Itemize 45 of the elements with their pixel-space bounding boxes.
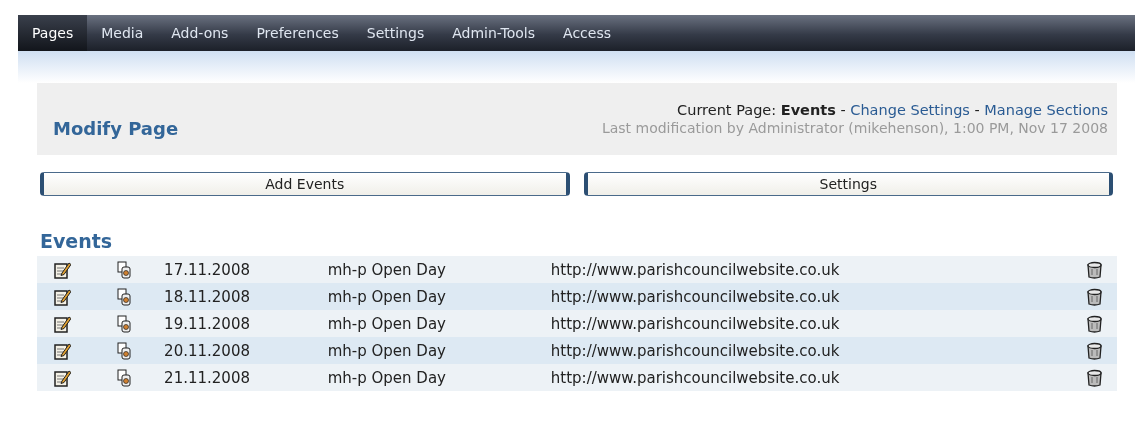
url-cell-text: http://www.parishcouncilwebsite.co.uk [550,287,841,306]
manage-sections-link[interactable]: Manage Sections [984,102,1108,118]
date-cell-text: 19.11.2008 [164,314,251,333]
copy-pages-icon[interactable] [116,314,132,333]
url-cell-text: http://www.parishcouncilwebsite.co.uk [550,260,841,279]
nav-tab[interactable]: Add-ons [157,15,243,51]
current-page-line: Current Page: Events - Change Settings - Manage Sections [677,102,1108,118]
nav-tab[interactable]: Access [549,15,625,51]
trash-icon[interactable] [1087,368,1103,387]
event-name-cell-text: mh-p Open Day [327,314,447,333]
url-cell-text: http://www.parishcouncilwebsite.co.uk [550,314,841,333]
change-settings-link[interactable]: Change Settings [850,102,970,118]
last-modification-text: Last modification by Administrator (mikehenson), 1:00 PM, Nov 17 2008 [601,120,1108,136]
notepad-pencil-icon[interactable] [54,368,71,387]
event-name-cell-text: mh-p Open Day [327,260,447,279]
notepad-pencil-icon[interactable] [54,314,71,333]
notepad-pencil-icon[interactable] [54,260,71,279]
page-title: Modify Page [53,117,179,139]
date-cell-text: 17.11.2008 [164,260,251,279]
event-name-cell-text: mh-p Open Day [327,287,447,306]
trash-icon[interactable] [1087,341,1103,360]
copy-pages-icon[interactable] [116,260,132,279]
section-title: Events [40,230,114,252]
event-name-cell-text: mh-p Open Day [327,368,447,387]
date-cell-text: 18.11.2008 [164,287,251,306]
nav-tab[interactable]: Preferences [242,15,353,51]
trash-icon[interactable] [1087,260,1103,279]
nav-tab[interactable]: Pages [18,15,88,51]
nav-tab[interactable]: Admin-Tools [438,15,550,51]
event-name-cell-text: mh-p Open Day [327,341,447,360]
notepad-pencil-icon[interactable] [54,287,71,306]
url-cell-text: http://www.parishcouncilwebsite.co.uk [550,368,841,387]
copy-pages-icon[interactable] [116,287,132,306]
action-button[interactable]: Add Events [40,172,570,196]
trash-icon[interactable] [1087,287,1103,306]
nav-tab[interactable]: Settings [352,15,439,51]
date-cell-text: 20.11.2008 [164,341,251,360]
copy-pages-icon[interactable] [116,341,132,360]
date-cell-text: 21.11.2008 [164,368,251,387]
nav-tab[interactable]: Media [87,15,158,51]
url-cell-text: http://www.parishcouncilwebsite.co.uk [550,341,841,360]
action-button[interactable]: Settings [583,172,1113,196]
notepad-pencil-icon[interactable] [54,341,71,360]
trash-icon[interactable] [1087,314,1103,333]
copy-pages-icon[interactable] [116,368,132,387]
